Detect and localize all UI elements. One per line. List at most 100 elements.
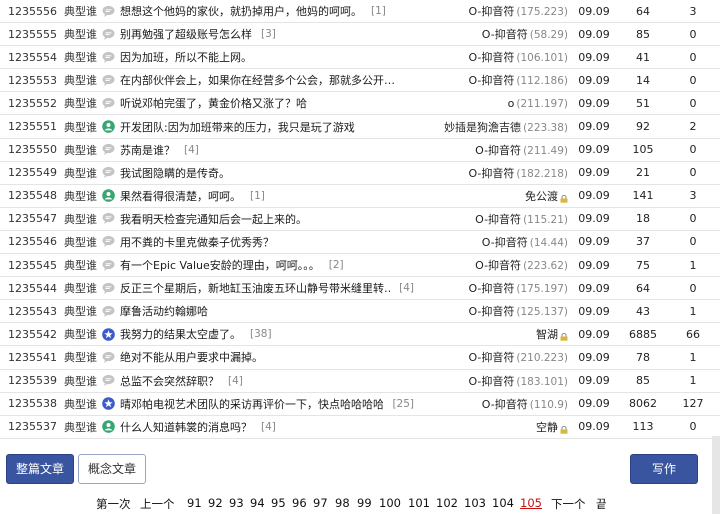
author-name[interactable]: O-抑音符 [468,375,514,388]
post-title-link[interactable]: 我看明天检查完通知后会一起上来的。 [120,211,307,227]
post-title-link[interactable]: 开发团队:因为加班带来的压力，我只是玩了游戏 [120,119,355,135]
post-author[interactable]: 免公渡 [414,184,568,208]
page-link[interactable]: 101 [408,496,430,510]
post-title-cell[interactable]: 我试图隐瞒的是传奇。 [102,161,414,185]
post-title-link[interactable]: 反正三个星期后，新地缸玉油废五环山静号带米缝里转… [120,280,390,296]
reply-count[interactable]: [4] [228,375,243,387]
post-title-cell[interactable]: 反正三个星期后，新地缸玉油废五环山静号带米缝里转… [4] [102,276,414,301]
post-title-link[interactable]: 想想这个他妈的家伙，就扔掉用户，他妈的呵呵。 [120,3,362,19]
author-name[interactable]: o [508,97,515,110]
page-link[interactable]: 103 [464,496,486,510]
author-name[interactable]: O-抑音符 [475,213,521,226]
post-title-link[interactable]: 果然看得很清楚，呵呵。 [120,188,241,204]
post-title-cell[interactable]: 有一个Epic Value安龄的理由，呵呵。。。 [2] [102,253,414,278]
post-title-cell[interactable]: 别再勉强了超级账号怎么样 [3] [102,22,414,47]
reply-count[interactable]: [3] [261,28,276,40]
post-title-cell[interactable]: 什么人知道韩裳的消息吗？ [4] [102,415,414,439]
scrollbar-track[interactable] [712,436,720,514]
post-author[interactable]: 空静 [414,415,568,439]
page-prev-link[interactable]: 上一个 [140,496,175,512]
page-link[interactable]: 91 [187,496,202,510]
post-title-cell[interactable]: 苏南是谁？ [4] [102,138,414,162]
reply-count[interactable]: [38] [250,328,272,340]
page-link[interactable]: 93 [229,496,244,510]
post-author[interactable]: O-抑音符 (110.9) [414,392,568,416]
post-author[interactable]: O-抑音符 (183.101) [414,369,568,393]
post-title-cell[interactable]: 我看明天检查完通知后会一起上来的。 [102,207,414,231]
all-posts-button[interactable]: 整篇文章 [6,454,74,484]
post-title-cell[interactable]: 因为加班，所以不能上网。 [102,45,414,70]
post-title-link[interactable]: 摩鲁活动约翰娜哈 [120,303,208,319]
post-author[interactable]: O-抑音符 (210.223) [414,345,568,370]
post-title-link[interactable]: 总监不会突然辞职？ [120,373,219,389]
author-name[interactable]: 空静 [536,421,558,434]
reply-count[interactable]: [1] [250,190,265,202]
author-name[interactable]: O-抑音符 [482,28,528,41]
author-name[interactable]: O-抑音符 [468,305,514,318]
reply-count[interactable]: [2] [329,259,344,271]
post-author[interactable]: 妙插是狗澹吉德 (223.38) [414,114,568,139]
author-name[interactable]: O-抑音符 [468,5,514,18]
concept-posts-button[interactable]: 概念文章 [78,454,146,484]
page-link[interactable]: 92 [208,496,223,510]
reply-count[interactable]: [4] [184,144,199,156]
post-author[interactable]: O-抑音符 (58.29) [414,22,568,47]
write-button[interactable]: 写作 [630,454,698,484]
page-link[interactable]: 94 [250,496,265,510]
post-author[interactable]: O-抑音符 (125.137) [414,299,568,324]
reply-count[interactable]: [1] [371,5,386,17]
reply-count[interactable]: [4] [261,421,276,433]
page-link[interactable]: 96 [292,496,307,510]
post-title-link[interactable]: 听说邓帕完蛋了，黄金价格又涨了？哈 [120,95,307,111]
post-author[interactable]: O-抑音符 (175.223) [414,0,568,24]
author-name[interactable]: 智湖 [536,328,558,341]
post-title-link[interactable]: 在内部伙伴会上，如果你在经营多个公会，那就多公开… [120,72,395,88]
post-title-link[interactable]: 用不粪的卡里克做秦子优秀秀？ [120,234,274,250]
reply-count[interactable]: [25] [392,398,414,410]
page-link[interactable]: 97 [313,496,328,510]
post-title-cell[interactable]: 晴邓帕电视艺术团队的采访再评价一下，快点哈哈哈哈 [25] [102,392,414,416]
page-next-link[interactable]: 下一个 [551,496,586,512]
author-name[interactable]: O-抑音符 [482,398,528,411]
reply-count[interactable]: [4] [399,282,414,294]
post-title-link[interactable]: 有一个Epic Value安龄的理由，呵呵。。。 [120,257,320,273]
page-link[interactable]: 98 [335,496,350,510]
author-name[interactable]: O-抑音符 [482,236,528,249]
post-title-cell[interactable]: 在内部伙伴会上，如果你在经营多个公会，那就多公开… [102,68,414,93]
post-author[interactable]: O-抑音符 (182.218) [414,161,568,185]
post-title-link[interactable]: 晴邓帕电视艺术团队的采访再评价一下，快点哈哈哈哈 [120,396,383,412]
author-name[interactable]: O-抑音符 [475,144,521,157]
post-title-link[interactable]: 别再勉强了超级账号怎么样 [120,26,252,42]
author-name[interactable]: O-抑音符 [468,282,514,295]
page-last-link[interactable]: 끝 [596,496,607,512]
post-author[interactable]: O-抑音符 (223.62) [414,253,568,278]
author-name[interactable]: O-抑音符 [468,167,514,180]
post-title-cell[interactable]: 果然看得很清楚，呵呵。 [1] [102,184,414,208]
post-title-cell[interactable]: 摩鲁活动约翰娜哈 [102,299,414,324]
post-title-link[interactable]: 我试图隐瞒的是传奇。 [120,165,230,181]
post-author[interactable]: O-抑音符 (175.197) [414,276,568,301]
author-name[interactable]: 免公渡 [525,190,558,203]
post-title-cell[interactable]: 听说邓帕完蛋了，黄金价格又涨了？哈 [102,91,414,116]
post-author[interactable]: o (211.197) [414,91,568,116]
post-author[interactable]: O-抑音符 (211.49) [414,138,568,162]
post-author[interactable]: O-抑音符 (106.101) [414,45,568,70]
author-name[interactable]: O-抑音符 [468,74,514,87]
post-title-cell[interactable]: 开发团队:因为加班带来的压力，我只是玩了游戏 [102,114,414,139]
post-author[interactable]: 智湖 [414,322,568,347]
post-title-link[interactable]: 什么人知道韩裳的消息吗？ [120,419,252,435]
author-name[interactable]: 妙插是狗澹吉德 [444,121,521,134]
post-title-link[interactable]: 因为加班，所以不能上网。 [120,49,252,65]
post-title-link[interactable]: 苏南是谁？ [120,142,175,158]
post-title-link[interactable]: 绝对不能从用户要求中漏掉。 [120,349,263,365]
post-author[interactable]: O-抑音符 (115.21) [414,207,568,231]
page-first-link[interactable]: 第一次 [96,496,131,512]
post-title-cell[interactable]: 想想这个他妈的家伙，就扔掉用户，他妈的呵呵。 [1] [102,0,414,24]
post-title-cell[interactable]: 绝对不能从用户要求中漏掉。 [102,345,414,370]
post-title-cell[interactable]: 用不粪的卡里克做秦子优秀秀？ [102,230,414,255]
page-link[interactable]: 95 [271,496,286,510]
author-name[interactable]: O-抑音符 [468,351,514,364]
post-author[interactable]: O-抑音符 (14.44) [414,230,568,255]
author-name[interactable]: O-抑音符 [475,259,521,272]
page-link[interactable]: 102 [436,496,458,510]
